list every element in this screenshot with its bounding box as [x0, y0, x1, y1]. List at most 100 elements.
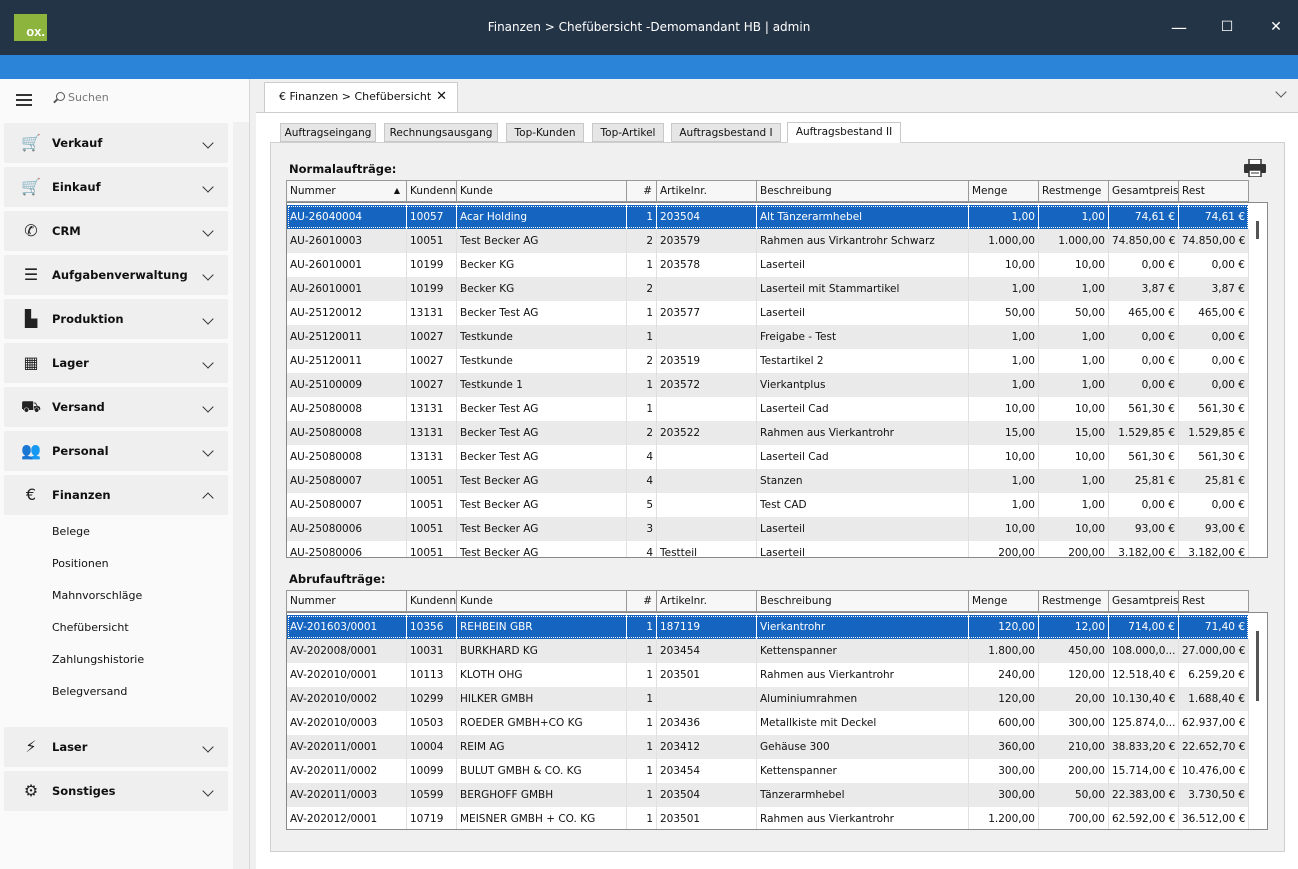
- column-header[interactable]: Restmenge: [1039, 591, 1109, 611]
- close-icon[interactable]: ✕: [436, 89, 447, 104]
- close-button[interactable]: ✕: [1252, 0, 1298, 55]
- chevron-down-icon[interactable]: [202, 357, 214, 369]
- sidebar-item-versand[interactable]: ⛟ Versand: [4, 387, 228, 427]
- chevron-down-icon[interactable]: [202, 445, 214, 457]
- doc-tab-chefuebersicht[interactable]: € Finanzen > Chefübersicht ✕: [264, 82, 458, 112]
- sidebar-item-produktion[interactable]: ▙ Produktion: [4, 299, 228, 339]
- maximize-button[interactable]: ☐: [1203, 0, 1251, 55]
- chevron-down-icon[interactable]: [202, 225, 214, 237]
- table-cell: 10051: [407, 517, 457, 541]
- table-row[interactable]: AV-202010/0001 10113 KLOTH OHG 1 203501 Rahme…: [287, 663, 1249, 687]
- chevron-down-icon[interactable]: [202, 741, 214, 753]
- subnav-item[interactable]: Positionen: [52, 557, 109, 570]
- sidebar-item-crm[interactable]: ✆ CRM: [4, 211, 228, 251]
- sidebar-item-personal[interactable]: 👥 Personal: [4, 431, 228, 471]
- sidebar-scrollbar[interactable]: [233, 122, 249, 869]
- tab-rechnungsausgang[interactable]: Rechnungsausgang: [384, 123, 498, 142]
- table-row[interactable]: AU-25080008 13131 Becker Test AG 4 Laserteil…: [287, 445, 1249, 469]
- tab-auftragseingang[interactable]: Auftragseingang: [280, 123, 376, 142]
- chevron-down-icon[interactable]: [202, 313, 214, 325]
- table-cell: 300,00: [969, 759, 1039, 783]
- subnav-item[interactable]: Belegversand: [52, 685, 127, 698]
- table-cell: Becker Test AG: [457, 445, 627, 469]
- column-header[interactable]: Menge: [969, 181, 1039, 201]
- column-header[interactable]: #: [627, 181, 657, 201]
- table-cell: 12.518,40 €: [1109, 663, 1179, 687]
- column-header[interactable]: Kunde: [457, 591, 627, 611]
- subnav-item[interactable]: Belege: [52, 525, 90, 538]
- call-orders-scrollbar[interactable]: [1249, 613, 1267, 829]
- column-header[interactable]: Restmenge: [1039, 181, 1109, 201]
- sidebar-item-lager[interactable]: ▦ Lager: [4, 343, 228, 383]
- table-row[interactable]: AV-202008/0001 10031 BURKHARD KG 1 203454 Ket…: [287, 639, 1249, 663]
- sidebar-item-label: Aufgabenverwaltung: [52, 268, 188, 282]
- table-row[interactable]: AU-25120011 10027 Testkunde 2 203519 Testarti…: [287, 349, 1249, 373]
- table-row[interactable]: AU-25080006 10051 Test Becker AG 3 Laserteil…: [287, 517, 1249, 541]
- chevron-down-icon[interactable]: [202, 181, 214, 193]
- table-row[interactable]: AU-25080006 10051 Test Becker AG 4 Testteil L…: [287, 541, 1249, 557]
- search-box[interactable]: Suchen: [56, 91, 109, 104]
- chevron-down-icon[interactable]: [202, 137, 214, 149]
- sidebar-item-sonstiges[interactable]: ⚙ Sonstiges: [4, 771, 228, 811]
- table-row[interactable]: AV-202011/0003 10599 BERGHOFF GMBH 1 203504 T…: [287, 783, 1249, 807]
- table-row[interactable]: AU-25100009 10027 Testkunde 1 1 203572 Vierka…: [287, 373, 1249, 397]
- table-row[interactable]: AU-25080008 13131 Becker Test AG 2 203522 Rah…: [287, 421, 1249, 445]
- column-header[interactable]: Rest: [1179, 591, 1249, 611]
- table-row[interactable]: AU-25080007 10051 Test Becker AG 4 Stanzen 1,…: [287, 469, 1249, 493]
- table-cell: 203504: [657, 205, 757, 229]
- table-row[interactable]: AU-26010001 10199 Becker KG 1 203578 Lasertei…: [287, 253, 1249, 277]
- sidebar-item-verkauf[interactable]: 🛒 Verkauf: [4, 123, 228, 163]
- printer-icon[interactable]: [1243, 159, 1267, 177]
- column-header[interactable]: Menge: [969, 591, 1039, 611]
- table-row[interactable]: AU-25120011 10027 Testkunde 1 Freigabe - Tes…: [287, 325, 1249, 349]
- table-row[interactable]: AV-202012/0001 10719 MEISNER GMBH + CO. KG…: [287, 807, 1249, 829]
- table-row[interactable]: AV-202011/0001 10004 REIM AG 1 203412 Gehäuse…: [287, 735, 1249, 759]
- column-header[interactable]: Artikelnr.: [657, 591, 757, 611]
- column-header[interactable]: Nummer: [287, 181, 407, 201]
- tab-auftragsbestand-ii[interactable]: Auftragsbestand II: [787, 122, 901, 143]
- table-row[interactable]: AV-201603/0001 10356 REHBEIN GBR 1 187119 Vie…: [287, 615, 1249, 639]
- column-header[interactable]: Beschreibung: [757, 591, 969, 611]
- window-title-bar: ox. Finanzen > Chefübersicht -Demomandan…: [0, 0, 1298, 55]
- column-header[interactable]: Kundenn: [407, 591, 457, 611]
- column-header[interactable]: Beschreibung: [757, 181, 969, 201]
- table-row[interactable]: AU-25080007 10051 Test Becker AG 5 Test CAD 1…: [287, 493, 1249, 517]
- chevron-down-icon[interactable]: [202, 785, 214, 797]
- tab-top-artikel[interactable]: Top-Artikel: [592, 123, 664, 142]
- subnav-item[interactable]: Chefübersicht: [52, 621, 129, 634]
- table-row[interactable]: AU-26040004 10057 Acar Holding 1 203504 Alt T…: [287, 205, 1249, 229]
- table-row[interactable]: AV-202010/0002 10299 HILKER GMBH 1 Aluminium…: [287, 687, 1249, 711]
- column-header[interactable]: Rest: [1179, 181, 1249, 201]
- normal-orders-table[interactable]: AU-26040004 10057 Acar Holding 1 203504 Alt T…: [286, 202, 1268, 558]
- tab-top-kunden[interactable]: Top-Kunden: [506, 123, 584, 142]
- normal-orders-scrollbar[interactable]: [1249, 203, 1267, 557]
- column-header[interactable]: Kundenn: [407, 181, 457, 201]
- column-header[interactable]: #: [627, 591, 657, 611]
- sidebar-item-einkauf[interactable]: 🛒 Einkauf: [4, 167, 228, 207]
- chevron-down-icon[interactable]: [202, 401, 214, 413]
- sidebar-item-aufgabenverwaltung[interactable]: ☰ Aufgabenverwaltung: [4, 255, 228, 295]
- table-row[interactable]: AU-25080008 13131 Becker Test AG 1 Laserteil…: [287, 397, 1249, 421]
- table-row[interactable]: AV-202011/0002 10099 BULUT GMBH & CO. KG 1 2…: [287, 759, 1249, 783]
- hamburger-menu-icon[interactable]: [16, 94, 32, 106]
- table-row[interactable]: AU-25120012 13131 Becker Test AG 1 203577 Las…: [287, 301, 1249, 325]
- subnav-item[interactable]: Mahnvorschläge: [52, 589, 142, 602]
- minimize-button[interactable]: —: [1155, 0, 1203, 55]
- sidebar-item-laser[interactable]: ⚡ Laser: [4, 727, 228, 767]
- table-row[interactable]: AU-26010001 10199 Becker KG 2 Laserteil mit …: [287, 277, 1249, 301]
- column-header[interactable]: Kunde: [457, 181, 627, 201]
- table-cell: AV-202010/0001: [287, 663, 407, 687]
- table-cell: 0,00 €: [1109, 325, 1179, 349]
- chevron-down-icon[interactable]: [202, 269, 214, 281]
- column-header[interactable]: Gesamtpreis: [1109, 591, 1179, 611]
- column-header[interactable]: Gesamtpreis: [1109, 181, 1179, 201]
- table-row[interactable]: AV-202010/0003 10503 ROEDER GMBH+CO KG 1 203…: [287, 711, 1249, 735]
- tab-auftragsbestand-i[interactable]: Auftragsbestand I: [671, 123, 781, 142]
- subnav-item[interactable]: Zahlungshistorie: [52, 653, 144, 666]
- sidebar-item-finanzen[interactable]: € Finanzen: [4, 475, 228, 515]
- table-row[interactable]: AU-26010003 10051 Test Becker AG 2 203579 Rah…: [287, 229, 1249, 253]
- column-header[interactable]: Nummer: [287, 591, 407, 611]
- call-orders-table[interactable]: AV-201603/0001 10356 REHBEIN GBR 1 187119 Vie…: [286, 612, 1268, 830]
- chevron-up-icon[interactable]: [202, 492, 214, 504]
- column-header[interactable]: Artikelnr.: [657, 181, 757, 201]
